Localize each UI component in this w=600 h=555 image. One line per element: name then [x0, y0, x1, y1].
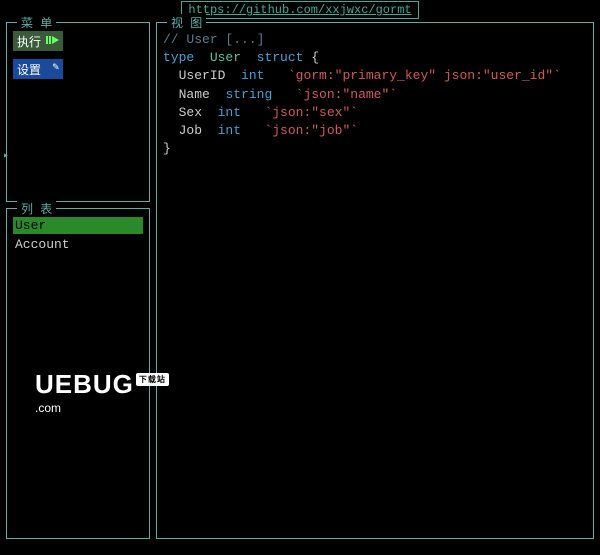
watermark-badge: 下载站 — [136, 373, 169, 386]
watermark-domain: .com — [35, 401, 61, 415]
view-panel-title: 视 图 — [167, 14, 206, 31]
view-panel: 视 图 // User [...] type User struct { Use… — [156, 22, 594, 539]
menu-panel-title: 菜 单 — [17, 14, 56, 31]
list-panel-title: 列 表 — [17, 200, 56, 217]
run-button-label: 执行 — [17, 36, 41, 50]
divider-handle[interactable]: ▸ — [3, 150, 9, 162]
list-item[interactable]: User — [13, 217, 143, 234]
list-item[interactable]: Account — [13, 236, 143, 253]
watermark: UEBUG下载站 .com — [35, 369, 169, 415]
menu-panel: 菜 单 执行 设置 — [6, 22, 150, 202]
settings-button-label: 设置 — [17, 64, 41, 78]
settings-button[interactable]: 设置 — [13, 59, 63, 79]
watermark-brand: UEBUG — [35, 369, 134, 399]
run-button[interactable]: 执行 — [13, 31, 63, 51]
repo-url-link[interactable]: https://github.com/xxjwxc/gormt — [181, 1, 418, 19]
code-view: // User [...] type User struct { UserID … — [163, 31, 587, 158]
